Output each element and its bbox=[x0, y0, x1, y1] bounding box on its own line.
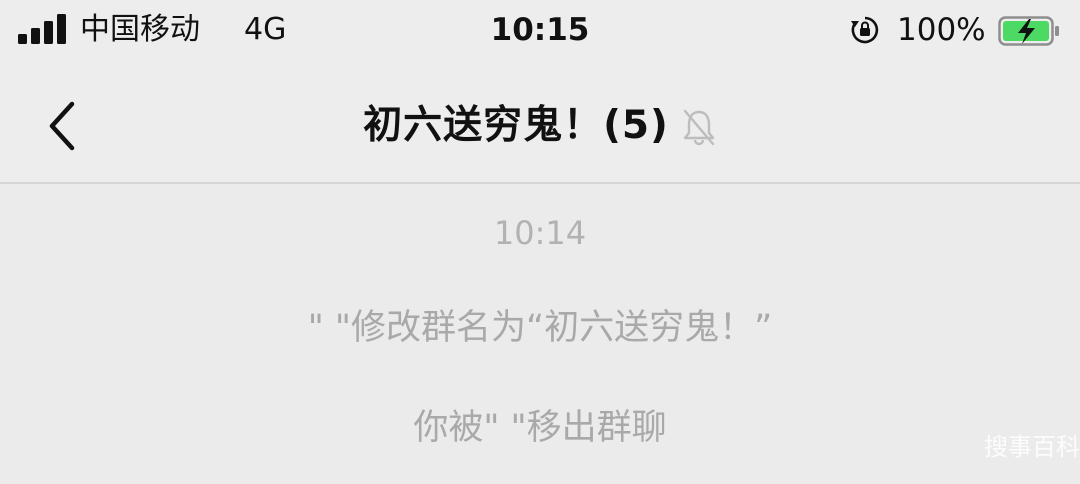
chat-title: 初六送穷鬼！(5) bbox=[363, 103, 669, 148]
bell-muted-icon bbox=[683, 109, 715, 146]
chat-title-group: 初六送穷鬼！(5) bbox=[0, 96, 1080, 156]
battery-percent: 100% bbox=[897, 12, 986, 48]
watermark-text: 搜事百科 bbox=[984, 433, 1080, 461]
status-bar: 中国移动 4G 10:15 100% bbox=[0, 0, 1080, 64]
battery-charging-icon bbox=[998, 16, 1059, 46]
orientation-lock-icon bbox=[851, 16, 879, 44]
message-timestamp: 10:14 bbox=[493, 214, 587, 252]
system-message-removed: 你被" "移出群聊 bbox=[413, 408, 667, 448]
system-message-rename: " "修改群名为“初六送穷鬼！” bbox=[307, 308, 773, 348]
